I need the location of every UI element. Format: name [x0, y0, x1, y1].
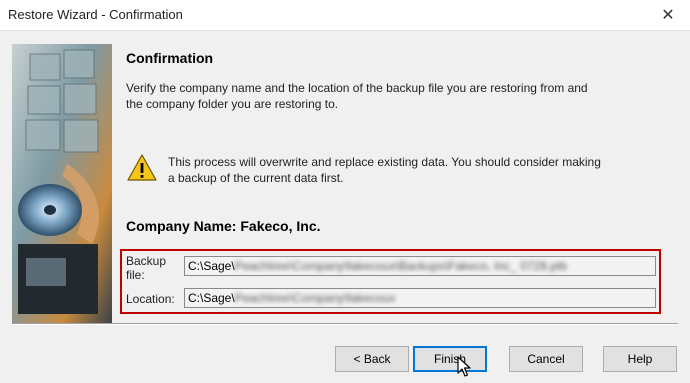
cancel-button[interactable]: Cancel [509, 346, 583, 372]
company-name: Company Name: Fakeco, Inc. [126, 218, 321, 234]
location-path-obscured: Peachtree\Company\fakecoux [234, 291, 396, 305]
divider [12, 323, 678, 325]
location-field[interactable]: C:\Sage\Peachtree\Company\fakecoux [184, 288, 656, 308]
warning-message: This process will overwrite and replace … [168, 155, 601, 185]
mouse-pointer-icon [457, 356, 471, 378]
help-button[interactable]: Help [603, 346, 677, 372]
page-description: Verify the company name and the location… [126, 81, 588, 111]
backup-file-field[interactable]: C:\Sage\Peachtree\Company\fakecoux\Backu… [184, 256, 656, 276]
page-heading: Confirmation [126, 50, 214, 66]
close-icon[interactable]: ✕ [646, 0, 690, 30]
backup-path-prefix: C:\Sage\ [188, 259, 235, 273]
warning-icon [126, 153, 158, 183]
backup-file-label: Backup file: [126, 254, 167, 282]
back-button[interactable]: < Back [335, 346, 409, 372]
finish-button[interactable]: Finish [413, 346, 487, 372]
title-bar: Restore Wizard - Confirmation ✕ [0, 0, 690, 31]
backup-path-obscured: Peachtree\Company\fakecoux\Backups\Fakec… [234, 259, 567, 273]
location-label: Location: [126, 292, 175, 306]
wizard-side-image [12, 44, 112, 324]
location-path-prefix: C:\Sage\ [188, 291, 235, 305]
window-title: Restore Wizard - Confirmation [8, 7, 183, 22]
